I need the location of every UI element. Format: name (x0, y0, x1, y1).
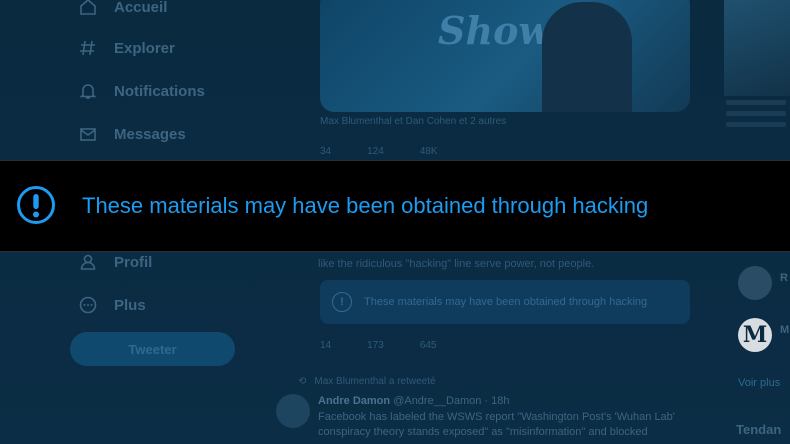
hashtag-icon (78, 38, 98, 58)
mail-icon (78, 124, 98, 144)
news-thumbnail[interactable] (724, 0, 790, 96)
retweet-icon: ⟲ (298, 376, 307, 387)
author-handle: @Andre__Damon · 18h (393, 395, 510, 407)
tweet-actions: 14 173 645 (320, 340, 437, 351)
nav-more[interactable]: Plus (78, 292, 146, 318)
media-person-shape (542, 2, 632, 112)
nav-profile[interactable]: Profil (78, 249, 152, 275)
retweet-count[interactable]: 173 (367, 340, 384, 351)
trends-heading: Tendan (736, 422, 782, 437)
banner-text: These materials may have been obtained t… (82, 193, 649, 218)
show-more-link[interactable]: Voir plus (738, 377, 780, 389)
home-icon (78, 0, 98, 17)
suggestion-initial: M (780, 324, 790, 336)
nav-label: Plus (114, 296, 146, 314)
nav-messages[interactable]: Messages (78, 121, 186, 147)
retweet-context: ⟲ Max Blumenthal a retweeté (298, 376, 436, 387)
retweet-label: Max Blumenthal a retweeté (314, 376, 436, 387)
tweet-text: Facebook has labeled the WSWS report "Wa… (318, 411, 675, 438)
exclamation-icon (17, 186, 55, 224)
bell-icon (78, 81, 98, 101)
avatar[interactable]: M (738, 318, 772, 352)
exclamation-icon: ! (332, 292, 352, 312)
reply-count[interactable]: 14 (320, 340, 331, 351)
quoted-tweet-text: like the ridiculous "hacking" line serve… (318, 258, 595, 270)
nav-label: Explorer (114, 39, 175, 57)
author-name: Andre Damon (318, 395, 391, 407)
nav-label: Accueil (114, 0, 168, 16)
hacked-materials-notice[interactable]: ! These materials may have been obtained… (320, 280, 690, 324)
news-text-lines (726, 100, 786, 133)
avatar[interactable] (276, 394, 310, 428)
media-caption: Max Blumenthal et Dan Cohen et 2 autres (320, 116, 507, 127)
user-icon (78, 252, 98, 272)
nav-home[interactable]: Accueil (78, 0, 167, 20)
notice-text: These materials may have been obtained t… (364, 296, 648, 308)
tweet-actions: 34 124 48K (320, 146, 438, 157)
tweet-button[interactable]: Tweeter (70, 332, 235, 366)
nav-notifications[interactable]: Notifications (78, 78, 205, 104)
more-icon (78, 295, 98, 315)
tweet-media-image[interactable]: Show (320, 0, 690, 112)
tweet-author[interactable]: Andre Damon @Andre__Damon · 18h (318, 395, 510, 407)
retweet-count[interactable]: 124 (367, 146, 384, 157)
nav-label: Profil (114, 253, 153, 271)
nav-label: Notifications (114, 82, 205, 100)
like-count[interactable]: 48K (420, 146, 438, 157)
avatar[interactable] (738, 266, 772, 300)
nav-explore[interactable]: Explorer (78, 35, 175, 61)
like-count[interactable]: 645 (420, 340, 437, 351)
nav-label: Messages (114, 125, 186, 143)
media-overlay-text: Show (438, 8, 552, 53)
hacked-materials-banner: These materials may have been obtained t… (0, 160, 790, 252)
suggestion-initial: R (780, 272, 788, 284)
reply-count[interactable]: 34 (320, 146, 331, 157)
